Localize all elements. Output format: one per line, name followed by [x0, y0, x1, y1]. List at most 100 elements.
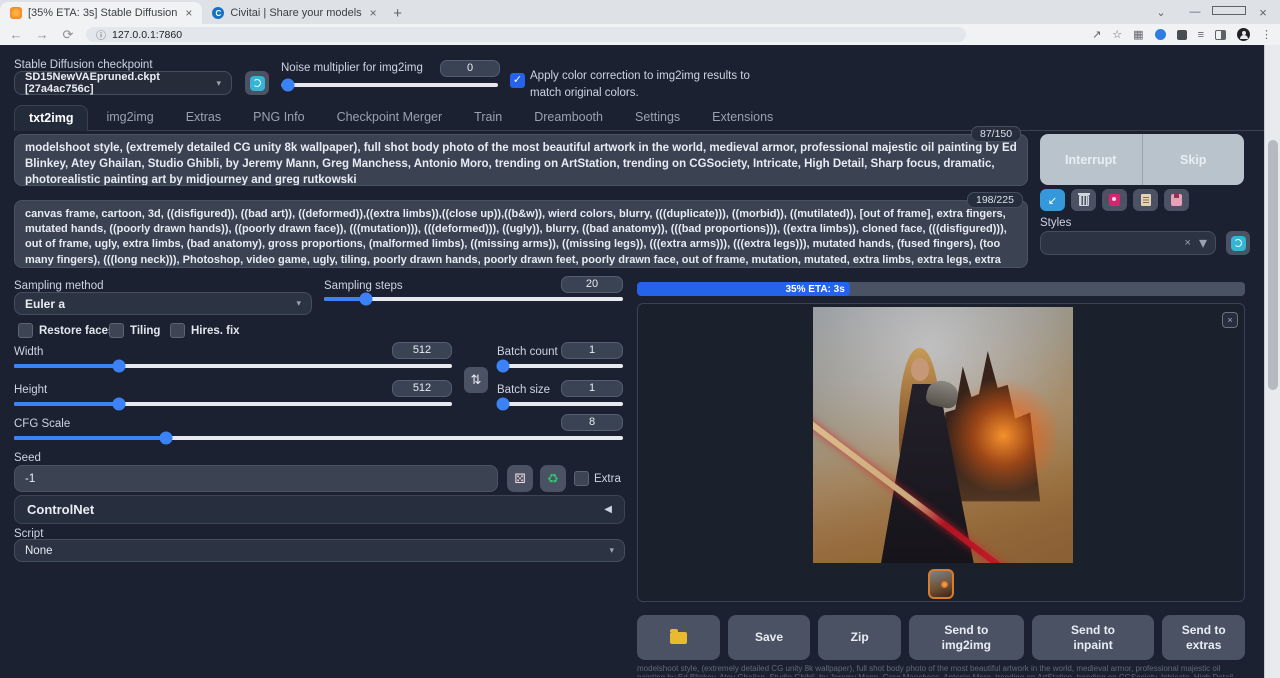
browser-tab-civitai[interactable]: C Civitai | Share your models ×: [202, 2, 386, 24]
save-style-button[interactable]: [1164, 189, 1189, 211]
accordion-arrow-icon: ◀: [604, 504, 612, 515]
interrupt-button[interactable]: Interrupt: [1040, 134, 1142, 185]
scrollbar-thumb[interactable]: [1268, 140, 1278, 390]
close-window-button[interactable]: ×: [1246, 5, 1280, 20]
zip-button[interactable]: Zip: [818, 615, 901, 660]
menu-dots-icon[interactable]: ⋮: [1261, 28, 1272, 41]
random-seed-button[interactable]: ⚄: [507, 465, 533, 492]
extra-networks-button[interactable]: [1102, 189, 1127, 211]
send-to-img2img-button[interactable]: Send to img2img: [909, 615, 1024, 660]
profile-avatar[interactable]: [1237, 28, 1250, 41]
address-bar[interactable]: ⓘ 127.0.0.1:7860: [86, 27, 966, 42]
controlnet-accordion[interactable]: ControlNet ◀: [14, 495, 625, 524]
checkpoint-refresh-button[interactable]: [245, 71, 269, 95]
reuse-seed-button[interactable]: ♻: [540, 465, 566, 492]
new-tab-button[interactable]: +: [387, 2, 409, 24]
script-dropdown[interactable]: None ▾: [14, 539, 625, 562]
reload-icon[interactable]: ⟳: [60, 27, 76, 43]
close-preview-button[interactable]: ×: [1222, 312, 1238, 328]
browser-window: [35% ETA: 3s] Stable Diffusion × C Civit…: [0, 0, 1280, 678]
styles-clear-icon[interactable]: ×: [1185, 237, 1191, 249]
extensions-puzzle-icon[interactable]: [1177, 30, 1187, 40]
extension-blue-icon[interactable]: [1155, 29, 1166, 40]
sampling-steps-value[interactable]: 20: [561, 276, 623, 293]
stable-diffusion-favicon: [10, 7, 22, 19]
tab-png-info[interactable]: PNG Info: [239, 105, 318, 130]
height-value[interactable]: 512: [392, 380, 452, 397]
hires-fix-checkbox[interactable]: [170, 323, 185, 338]
height-slider[interactable]: [14, 402, 452, 406]
send-to-inpaint-button[interactable]: Send to inpaint: [1032, 615, 1155, 660]
output-buttons: Save Zip Send to img2img Send to inpaint…: [637, 615, 1245, 660]
restore-faces-checkbox[interactable]: [18, 323, 33, 338]
sampling-steps-slider[interactable]: [324, 297, 623, 301]
styles-label: Styles: [1040, 217, 1071, 229]
prompt-textarea[interactable]: modelshoot style, (extremely detailed CG…: [14, 134, 1028, 186]
maximize-button[interactable]: [1212, 6, 1246, 18]
browser-tab-active[interactable]: [35% ETA: 3s] Stable Diffusion ×: [0, 2, 202, 24]
tab-train[interactable]: Train: [460, 105, 516, 130]
forward-icon[interactable]: →: [34, 27, 50, 42]
sampling-steps-label: Sampling steps: [324, 280, 403, 292]
width-value[interactable]: 512: [392, 342, 452, 359]
tab-checkpoint-merger[interactable]: Checkpoint Merger: [323, 105, 457, 130]
batch-count-slider[interactable]: [497, 364, 623, 368]
open-folder-button[interactable]: [637, 615, 720, 660]
tab-extras[interactable]: Extras: [172, 105, 235, 130]
tiling-checkbox[interactable]: [109, 323, 124, 338]
generated-image[interactable]: [813, 307, 1073, 563]
paste-generation-params-button[interactable]: ↙: [1040, 189, 1065, 211]
color-correction-checkbox[interactable]: ✓: [510, 73, 525, 88]
back-icon[interactable]: ←: [8, 27, 24, 42]
progress-fill: 35% ETA: 3s: [637, 282, 850, 296]
batch-count-value[interactable]: 1: [561, 342, 623, 359]
clear-prompt-button[interactable]: [1071, 189, 1096, 211]
cfg-scale-slider[interactable]: [14, 436, 623, 440]
extension-grid-icon[interactable]: ▦: [1133, 28, 1143, 41]
bookmark-star-icon[interactable]: ☆: [1112, 28, 1122, 41]
save-button[interactable]: Save: [728, 615, 811, 660]
skip-button[interactable]: Skip: [1143, 134, 1245, 185]
seed-input[interactable]: [14, 465, 498, 492]
width-slider[interactable]: [14, 364, 452, 368]
noise-multiplier-slider[interactable]: [281, 83, 498, 87]
noise-multiplier-value[interactable]: 0: [440, 60, 500, 77]
side-panel-icon[interactable]: [1215, 30, 1226, 40]
window-controls: ⌄ — ×: [1144, 0, 1280, 24]
progress-text: 35% ETA: 3s: [786, 284, 845, 295]
checkpoint-dropdown[interactable]: SD15NewVAEpruned.ckpt [27a4ac756c] ▾: [14, 71, 232, 95]
reading-list-icon[interactable]: ≡: [1198, 29, 1204, 41]
gallery-thumbnail[interactable]: [928, 569, 954, 599]
swap-dimensions-button[interactable]: ⇅: [464, 367, 488, 393]
tab-txt2img[interactable]: txt2img: [14, 105, 88, 131]
sampling-method-dropdown[interactable]: Euler a ▾: [14, 292, 312, 315]
chevron-down-icon: ▾: [216, 78, 221, 89]
tiling-label: Tiling: [130, 325, 160, 337]
batch-size-label: Batch size: [497, 384, 550, 396]
minimize-button[interactable]: —: [1178, 6, 1212, 18]
tab-img2img[interactable]: img2img: [92, 105, 167, 130]
checkpoint-label: Stable Diffusion checkpoint: [14, 59, 153, 71]
share-icon[interactable]: ↗: [1092, 28, 1101, 41]
site-info-icon[interactable]: ⓘ: [96, 27, 106, 42]
tab-close-icon[interactable]: ×: [183, 6, 194, 20]
batch-size-value[interactable]: 1: [561, 380, 623, 397]
styles-dropdown[interactable]: × ▾: [1040, 231, 1216, 255]
tab-close-icon[interactable]: ×: [368, 6, 379, 20]
page-scrollbar[interactable]: [1264, 45, 1280, 678]
maximize-icon: [1212, 6, 1246, 15]
negative-prompt-textarea[interactable]: canvas frame, cartoon, 3d, ((disfigured)…: [14, 200, 1028, 268]
apply-style-button[interactable]: [1133, 189, 1158, 211]
sampling-method-label: Sampling method: [14, 280, 104, 292]
notepad-icon: [1141, 194, 1151, 206]
batch-size-slider[interactable]: [497, 402, 623, 406]
cfg-scale-value[interactable]: 8: [561, 414, 623, 431]
output-panel: ×: [637, 303, 1245, 602]
extra-seed-checkbox[interactable]: [574, 471, 589, 486]
tab-dreambooth[interactable]: Dreambooth: [520, 105, 617, 130]
styles-refresh-button[interactable]: [1226, 231, 1250, 255]
send-to-extras-button[interactable]: Send to extras: [1162, 615, 1245, 660]
tab-settings[interactable]: Settings: [621, 105, 694, 130]
tab-search-icon[interactable]: ⌄: [1144, 6, 1178, 19]
tab-extensions[interactable]: Extensions: [698, 105, 787, 130]
